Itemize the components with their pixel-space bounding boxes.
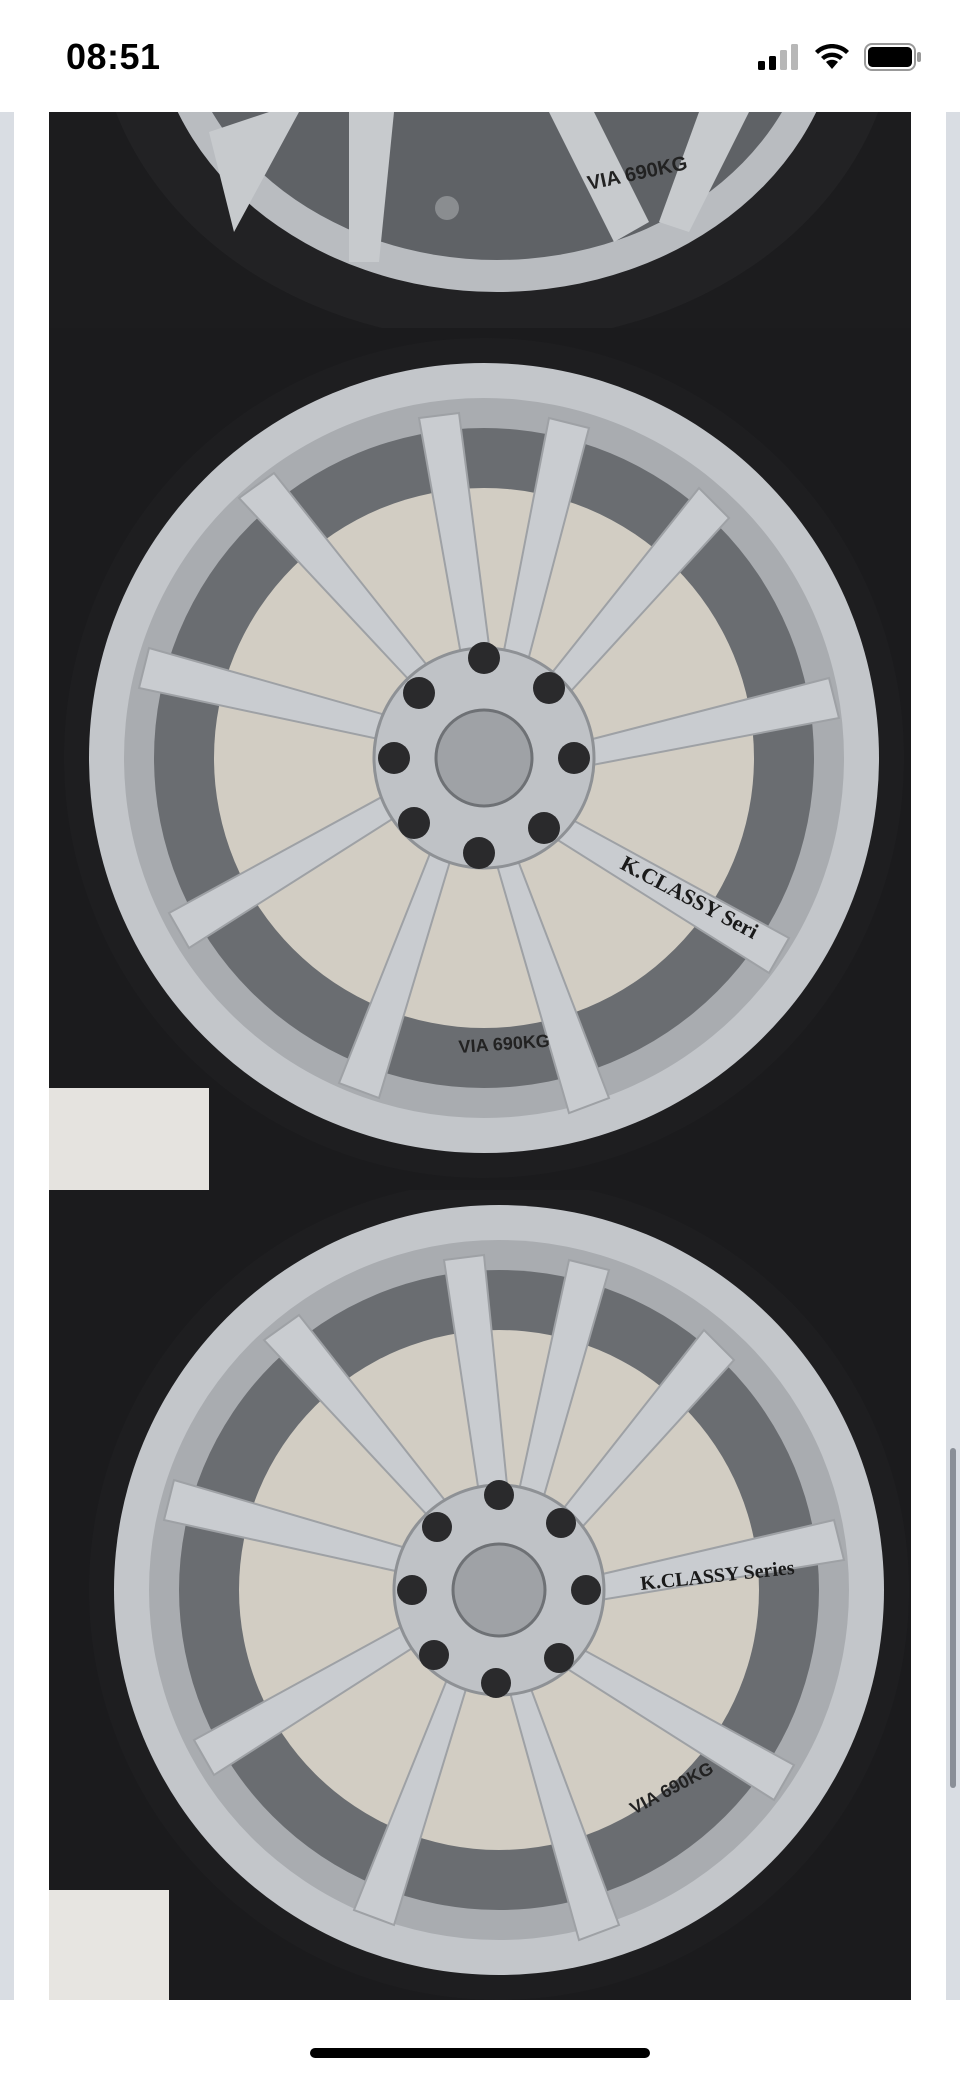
left-edge [0,112,14,2000]
status-time: 08:51 [66,36,161,77]
home-area [0,2000,960,2078]
wifi-icon [815,44,849,69]
wheel-image-2: K.CLASSY Seri VIA 690KG [49,328,911,1190]
cellular-signal-icon [758,44,798,70]
wheel-photo-3[interactable]: K.CLASSY Series VIA 690KG [49,1190,911,2000]
right-edge [946,112,960,2000]
battery-icon [864,43,921,71]
scrollbar-thumb[interactable] [950,1448,956,1788]
photo-gallery: VIA 690KG K.CLASSY Seri VIA 690KG K.CLAS… [49,112,911,2000]
status-icons [758,42,922,72]
status-bar: 08:51 [0,0,960,112]
home-indicator[interactable] [310,2048,650,2058]
wheel-image-1: VIA 690KG [49,112,911,328]
wheel-photo-1[interactable]: VIA 690KG [49,112,911,328]
wheel-photo-2[interactable]: K.CLASSY Seri VIA 690KG [49,328,911,1190]
wheel-image-3: K.CLASSY Series VIA 690KG [49,1190,911,2000]
